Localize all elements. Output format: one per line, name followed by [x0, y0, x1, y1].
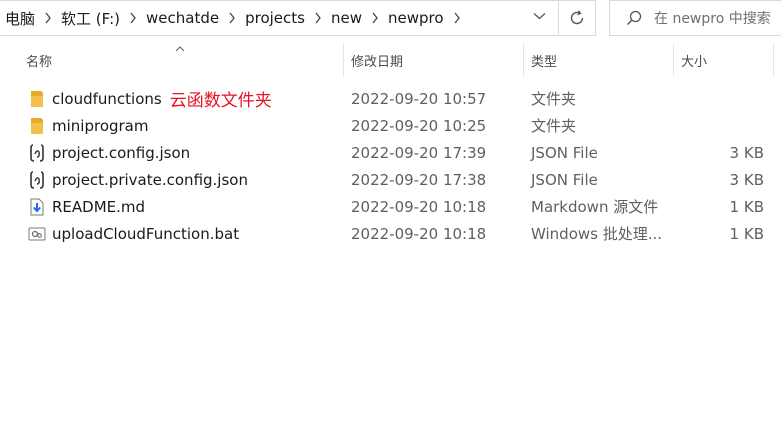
file-list: cloudfunctions 云函数文件夹 2022-09-20 10:57 文… — [0, 85, 781, 247]
search-input[interactable]: 在 newpro 中搜索 — [654, 8, 771, 28]
breadcrumb-item-drive[interactable]: 软工 (F:) — [55, 8, 126, 29]
file-date: 2022-09-20 10:18 — [351, 197, 487, 216]
file-row-cloudfunctions[interactable]: cloudfunctions 云函数文件夹 2022-09-20 10:57 文… — [0, 85, 781, 112]
breadcrumb: 电脑 软工 (F:) wechatde projects new newpro — [0, 1, 464, 35]
file-date: 2022-09-20 17:39 — [351, 143, 487, 162]
breadcrumb-item-newpro[interactable]: newpro — [382, 9, 450, 27]
column-date[interactable]: 修改日期 — [351, 44, 403, 76]
column-divider[interactable] — [523, 44, 524, 76]
file-date: 2022-09-20 10:18 — [351, 224, 487, 243]
column-type[interactable]: 类型 — [531, 44, 557, 76]
search-box[interactable]: 在 newpro 中搜索 — [609, 0, 781, 36]
file-size: 3 KB — [729, 170, 764, 189]
chevron-right-icon[interactable] — [450, 12, 464, 24]
file-name: uploadCloudFunction.bat — [52, 224, 240, 243]
column-divider[interactable] — [773, 44, 774, 76]
file-date: 2022-09-20 17:38 — [351, 170, 487, 189]
chevron-right-icon[interactable] — [311, 12, 325, 24]
column-divider[interactable] — [673, 44, 674, 76]
chevron-right-icon[interactable] — [225, 12, 239, 24]
json-file-icon — [28, 139, 46, 166]
chevron-down-icon[interactable] — [533, 12, 546, 20]
file-type: Markdown 源文件 — [531, 198, 659, 216]
file-size: 3 KB — [729, 143, 764, 162]
file-type: JSON File — [531, 170, 598, 189]
file-type: JSON File — [531, 143, 598, 162]
breadcrumb-item-wechatde[interactable]: wechatde — [140, 9, 225, 27]
address-bar[interactable]: 电脑 软工 (F:) wechatde projects new newpro — [0, 0, 559, 36]
file-size: 1 KB — [729, 197, 764, 216]
refresh-button[interactable] — [559, 0, 596, 36]
file-row-project-private-config[interactable]: project.private.config.json 2022-09-20 1… — [0, 166, 781, 193]
file-date: 2022-09-20 10:57 — [351, 89, 487, 108]
markdown-file-icon — [28, 193, 46, 220]
annotation-label: 云函数文件夹 — [169, 91, 272, 111]
breadcrumb-item-new[interactable]: new — [325, 9, 368, 27]
folder-icon — [28, 112, 46, 139]
file-name: project.config.json — [52, 143, 191, 162]
json-file-icon — [28, 166, 46, 193]
column-name[interactable]: 名称 — [26, 44, 52, 76]
file-date: 2022-09-20 10:25 — [351, 116, 487, 135]
file-row-readme[interactable]: README.md 2022-09-20 10:18 Markdown 源文件 … — [0, 193, 781, 220]
file-row-upload-cloud-function[interactable]: uploadCloudFunction.bat 2022-09-20 10:18… — [0, 220, 781, 247]
folder-icon — [28, 85, 46, 112]
breadcrumb-item-computer[interactable]: 电脑 — [0, 8, 41, 29]
chevron-right-icon[interactable] — [126, 12, 140, 24]
file-name: README.md — [52, 197, 146, 216]
chevron-right-icon[interactable] — [41, 12, 55, 24]
refresh-icon — [569, 10, 585, 26]
file-type: 文件夹 — [531, 90, 577, 108]
column-header: 名称 修改日期 类型 大小 — [0, 44, 781, 76]
column-divider[interactable] — [343, 44, 344, 76]
sort-ascending-icon — [175, 40, 185, 56]
file-size: 1 KB — [729, 224, 764, 243]
file-name: miniprogram — [52, 116, 149, 135]
file-type: 文件夹 — [531, 117, 577, 135]
file-type: Windows 批处理... — [531, 225, 663, 243]
file-row-project-config[interactable]: project.config.json 2022-09-20 17:39 JSO… — [0, 139, 781, 166]
column-size[interactable]: 大小 — [681, 44, 707, 76]
breadcrumb-item-projects[interactable]: projects — [239, 9, 311, 27]
file-name: project.private.config.json — [52, 170, 248, 189]
file-name: cloudfunctions — [52, 89, 162, 108]
batch-file-icon — [28, 220, 46, 247]
file-row-miniprogram[interactable]: miniprogram 2022-09-20 10:25 文件夹 — [0, 112, 781, 139]
chevron-right-icon[interactable] — [368, 12, 382, 24]
search-icon — [626, 10, 642, 26]
